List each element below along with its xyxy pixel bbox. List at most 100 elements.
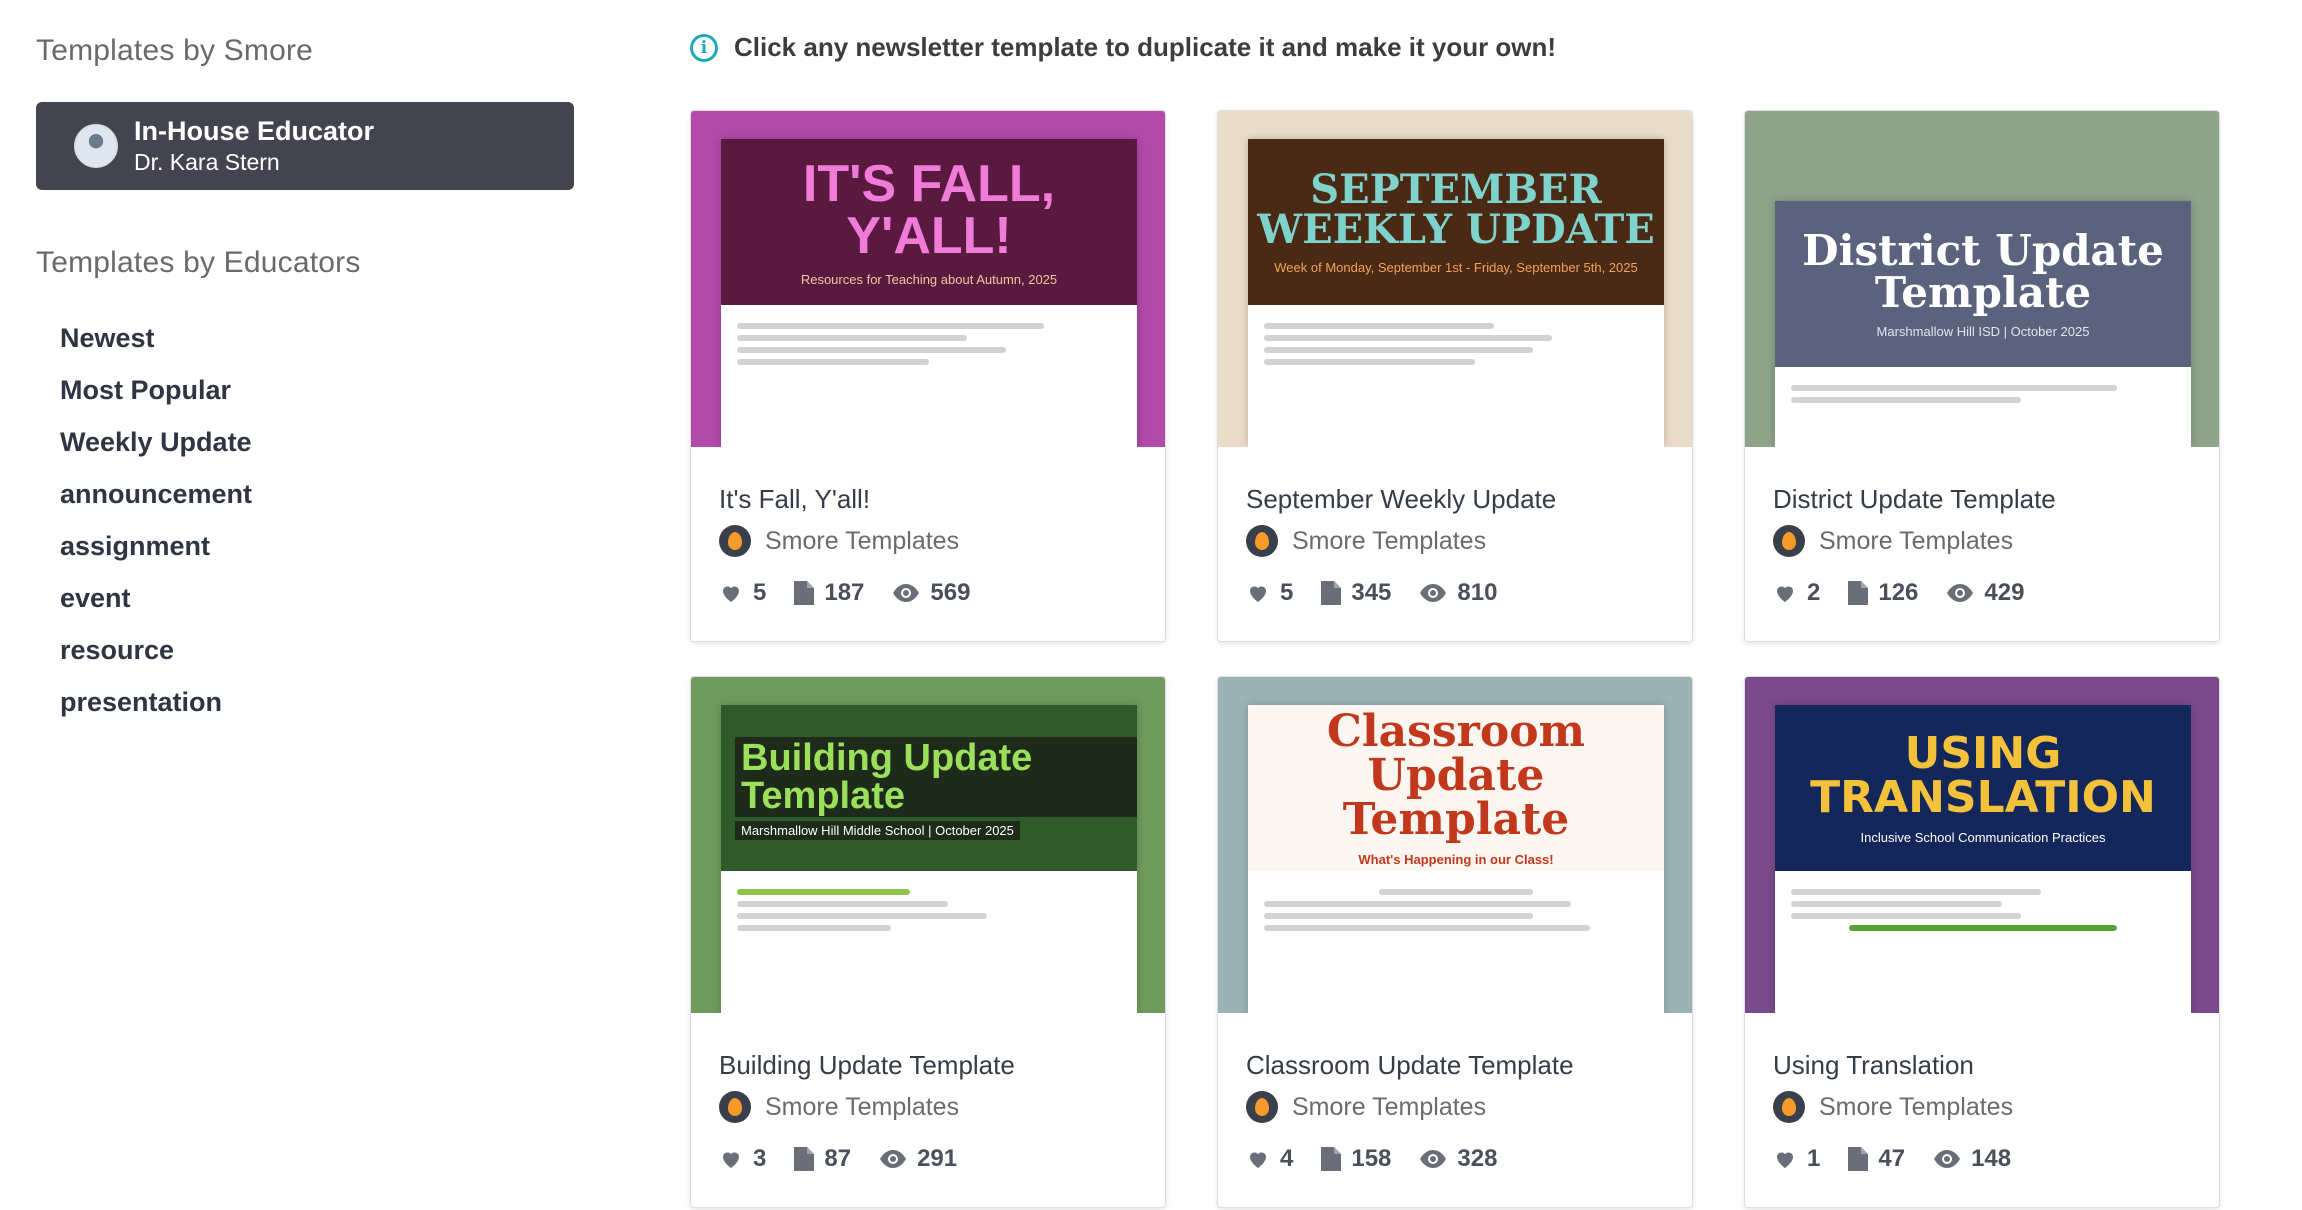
views-count: 429 — [1984, 579, 2025, 606]
views-count: 291 — [917, 1145, 958, 1172]
template-title[interactable]: Classroom Update Template — [1246, 1047, 1574, 1083]
author-name: Smore Templates — [1292, 526, 1487, 555]
smore-logo-icon — [1773, 1091, 1805, 1123]
views-count: 328 — [1457, 1145, 1498, 1172]
template-card[interactable]: SEPTEMBER WEEKLY UPDATE Week of Monday, … — [1217, 110, 1693, 642]
template-author[interactable]: Smore Templates — [719, 1087, 1015, 1127]
template-author[interactable]: Smore Templates — [1246, 521, 1556, 561]
likes-count: 2 — [1807, 579, 1821, 606]
template-thumbnail: Building Update Template Marshmallow Hil… — [691, 677, 1165, 1013]
smore-logo-icon — [1246, 1091, 1278, 1123]
heart-icon — [723, 1152, 739, 1168]
template-card[interactable]: USING TRANSLATION Inclusive School Commu… — [1744, 676, 2220, 1208]
template-thumbnail: Classroom Update Template What's Happeni… — [1218, 677, 1692, 1013]
thumbnail-subtitle: Marshmallow Hill Middle School | October… — [735, 820, 1020, 840]
smore-logo-icon — [719, 525, 751, 557]
views-count: 148 — [1971, 1145, 2012, 1172]
author-name: Smore Templates — [765, 526, 960, 555]
templates-by-educators-heading: Templates by Educators — [36, 246, 361, 279]
views-count: 810 — [1457, 579, 1498, 606]
eye-icon — [1420, 584, 1447, 602]
author-name: Smore Templates — [765, 1092, 960, 1121]
heart-icon — [723, 586, 739, 602]
category-event[interactable]: event — [60, 572, 576, 624]
template-card[interactable]: District Update Template Marshmallow Hil… — [1744, 110, 2220, 642]
template-stats: 4 158 328 — [1246, 1139, 1574, 1179]
author-name: Smore Templates — [1292, 1092, 1487, 1121]
info-banner-text: Click any newsletter template to duplica… — [734, 32, 1557, 62]
template-card[interactable]: Building Update Template Marshmallow Hil… — [690, 676, 1166, 1208]
likes-count: 3 — [753, 1145, 767, 1172]
info-icon: i — [690, 33, 718, 62]
category-resource[interactable]: resource — [60, 624, 576, 676]
featured-educator-button[interactable]: In-House Educator Dr. Kara Stern — [36, 102, 574, 190]
thumbnail-title: Classroom Update Template — [1326, 705, 1586, 845]
copies-count: 158 — [1351, 1145, 1392, 1172]
views-count: 569 — [930, 579, 971, 606]
template-thumbnail: IT'S FALL, Y'ALL! Resources for Teaching… — [691, 111, 1165, 447]
heart-icon — [1777, 586, 1793, 602]
copies-count: 345 — [1351, 579, 1392, 606]
category-weekly-update[interactable]: Weekly Update — [60, 416, 576, 468]
thumbnail-subtitle: Inclusive School Communication Practices — [1860, 829, 2106, 845]
template-title[interactable]: Building Update Template — [719, 1047, 1015, 1083]
document-icon — [794, 581, 815, 605]
featured-educator-title: In-House Educator — [134, 116, 375, 146]
heart-icon — [1250, 1152, 1266, 1168]
template-title[interactable]: September Weekly Update — [1246, 481, 1556, 517]
likes-count: 4 — [1280, 1145, 1294, 1172]
eye-icon — [893, 584, 920, 602]
heart-icon — [1777, 1152, 1793, 1168]
template-thumbnail: District Update Template Marshmallow Hil… — [1745, 111, 2219, 447]
thumbnail-title: District Update Template — [1802, 225, 2164, 317]
copies-count: 126 — [1878, 579, 1919, 606]
featured-educator-name: Dr. Kara Stern — [134, 149, 280, 175]
smore-logo-icon — [1773, 525, 1805, 557]
template-title[interactable]: District Update Template — [1773, 481, 2056, 517]
eye-icon — [880, 1150, 907, 1168]
template-stats: 3 87 291 — [719, 1139, 1015, 1179]
document-icon — [1848, 581, 1869, 605]
thumbnail-subtitle: Marshmallow Hill ISD | October 2025 — [1876, 323, 2090, 339]
template-stats: 2 126 429 — [1773, 573, 2056, 613]
template-stats: 5 345 810 — [1246, 573, 1556, 613]
template-author[interactable]: Smore Templates — [1246, 1087, 1574, 1127]
sidebar: Templates by Smore In-House Educator Dr.… — [36, 30, 576, 728]
template-author[interactable]: Smore Templates — [719, 521, 998, 561]
likes-count: 1 — [1807, 1145, 1821, 1172]
thumbnail-subtitle: Week of Monday, September 1st - Friday, … — [1274, 259, 1638, 275]
template-author[interactable]: Smore Templates — [1773, 521, 2056, 561]
document-icon — [1321, 581, 1342, 605]
category-presentation[interactable]: presentation — [60, 676, 576, 728]
document-icon — [794, 1147, 815, 1171]
avatar — [74, 124, 118, 168]
thumbnail-title: SEPTEMBER WEEKLY UPDATE — [1257, 165, 1655, 253]
eye-icon — [1947, 584, 1974, 602]
category-newest[interactable]: Newest — [60, 312, 576, 364]
thumbnail-title: IT'S FALL, Y'ALL! — [802, 154, 1056, 265]
document-icon — [1321, 1147, 1342, 1171]
template-author[interactable]: Smore Templates — [1773, 1087, 2039, 1127]
copies-count: 87 — [824, 1145, 852, 1172]
heart-icon — [1250, 586, 1266, 602]
smore-logo-icon — [1246, 525, 1278, 557]
category-list: Newest Most Popular Weekly Update announ… — [36, 312, 576, 728]
author-name: Smore Templates — [1819, 526, 2014, 555]
thumbnail-subtitle: Resources for Teaching about Autumn, 202… — [800, 271, 1058, 287]
eye-icon — [1934, 1150, 1961, 1168]
template-title[interactable]: It's Fall, Y'all! — [719, 481, 998, 517]
likes-count: 5 — [753, 579, 767, 606]
template-title[interactable]: Using Translation — [1773, 1047, 2039, 1083]
template-stats: 5 187 569 — [719, 573, 998, 613]
template-card[interactable]: Classroom Update Template What's Happeni… — [1217, 676, 1693, 1208]
templates-by-smore-heading: Templates by Smore — [36, 34, 314, 67]
smore-logo-icon — [719, 1091, 751, 1123]
template-card[interactable]: IT'S FALL, Y'ALL! Resources for Teaching… — [690, 110, 1166, 642]
template-thumbnail: SEPTEMBER WEEKLY UPDATE Week of Monday, … — [1218, 111, 1692, 447]
category-assignment[interactable]: assignment — [60, 520, 576, 572]
author-name: Smore Templates — [1819, 1092, 2014, 1121]
eye-icon — [1420, 1150, 1447, 1168]
category-most-popular[interactable]: Most Popular — [60, 364, 576, 416]
category-announcement[interactable]: announcement — [60, 468, 576, 520]
thumbnail-subtitle: What's Happening in our Class! — [1358, 851, 1554, 867]
